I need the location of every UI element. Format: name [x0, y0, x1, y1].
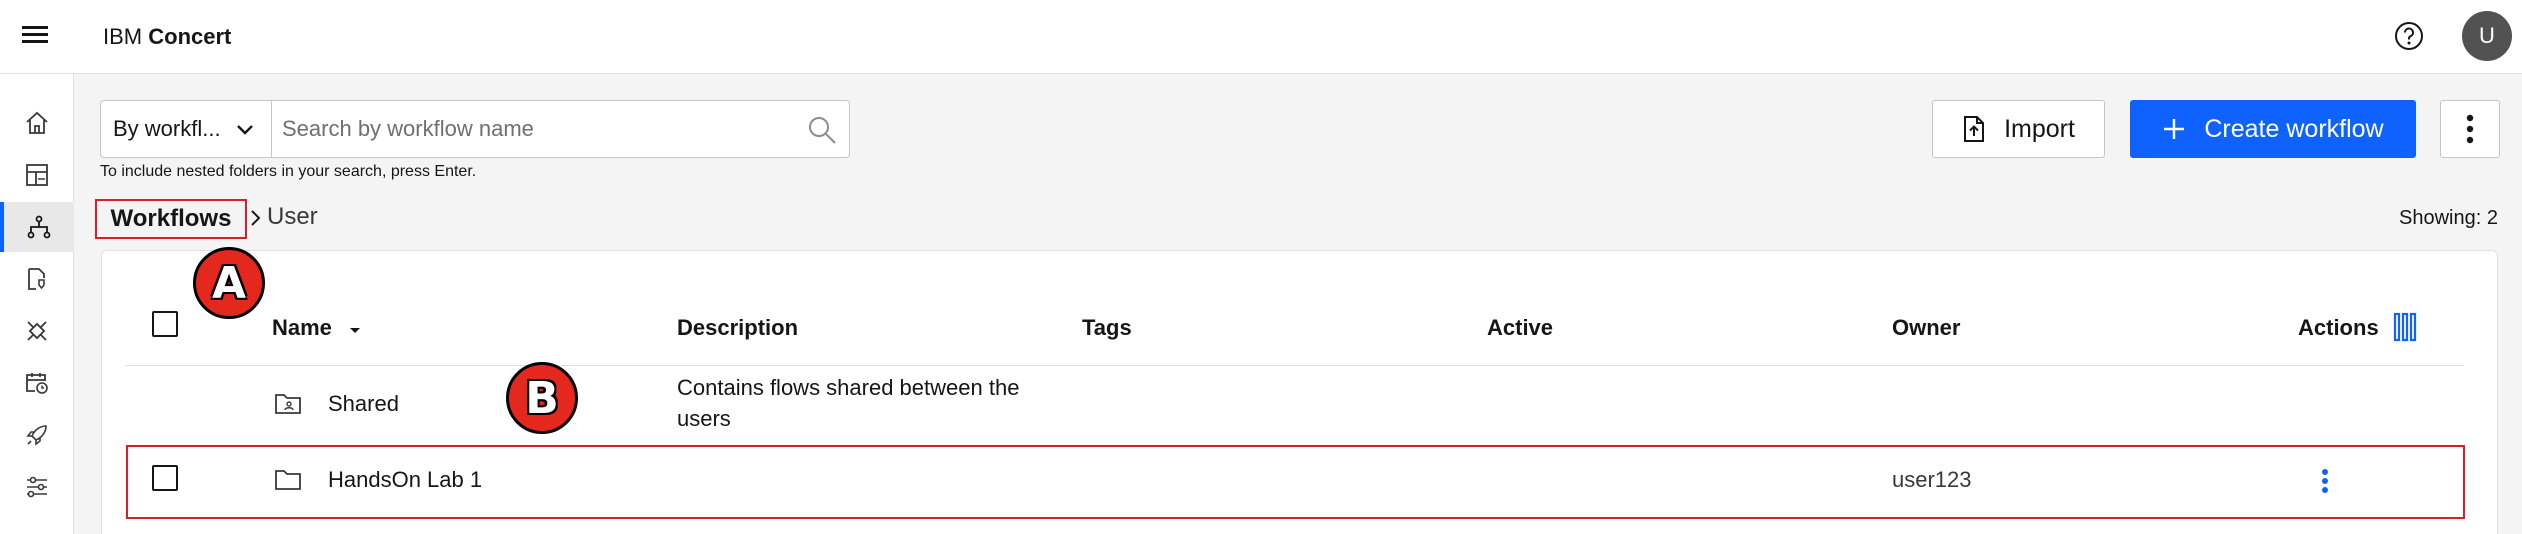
search-input[interactable]: [272, 101, 772, 157]
create-workflow-label: Create workflow: [2204, 114, 2384, 143]
sort-descending-icon: [350, 328, 361, 333]
showing-count: Showing: 2: [2399, 207, 2498, 229]
calendar-clock-icon[interactable]: [0, 358, 74, 408]
rocket-icon[interactable]: [0, 410, 74, 460]
side-rail: [0, 74, 74, 534]
search-icon[interactable]: [807, 115, 837, 145]
breadcrumb-workflows[interactable]: Workflows: [95, 199, 247, 239]
folder-icon: [275, 470, 301, 490]
search-box: [272, 100, 850, 158]
breadcrumb-current: User: [267, 203, 318, 230]
workflows-icon[interactable]: [0, 202, 74, 252]
app-header: IBM Concert U: [0, 0, 2522, 74]
column-name-label: Name: [272, 315, 332, 340]
filter-selected: By workfl...: [113, 116, 221, 141]
callout-marker-b: B: [506, 362, 578, 434]
row-shared-name[interactable]: Shared: [328, 389, 399, 419]
menu-icon[interactable]: [18, 22, 52, 52]
integrations-icon[interactable]: [0, 306, 74, 356]
chevron-right-icon: [251, 210, 261, 226]
column-header-actions: Actions: [2298, 315, 2379, 340]
callout-marker-a: A: [193, 247, 265, 319]
add-icon: [2164, 119, 2185, 139]
help-icon[interactable]: [2393, 20, 2425, 52]
avatar[interactable]: U: [2462, 11, 2512, 61]
column-header-tags: Tags: [1082, 315, 1132, 340]
create-workflow-button[interactable]: Create workflow: [2130, 100, 2416, 158]
overflow-menu-button[interactable]: [2440, 100, 2500, 158]
column-settings-icon[interactable]: [2393, 312, 2417, 342]
document-import-icon: [1964, 116, 1985, 142]
app-title[interactable]: IBM Concert: [103, 22, 231, 52]
column-header-owner: Owner: [1892, 315, 1961, 340]
row-handson-name[interactable]: HandsOn Lab 1: [328, 465, 482, 495]
document-shield-icon[interactable]: [0, 254, 74, 304]
dashboard-icon[interactable]: [0, 150, 74, 200]
column-header-name[interactable]: Name: [272, 313, 362, 343]
row-overflow-menu-icon[interactable]: [2318, 466, 2332, 498]
folder-shared-icon: [275, 394, 301, 414]
search-hint: To include nested folders in your search…: [100, 163, 477, 180]
filter-dropdown[interactable]: By workfl...: [100, 100, 272, 158]
row-handson-owner: user123: [1892, 467, 1972, 492]
row-checkbox[interactable]: [152, 465, 178, 491]
import-button[interactable]: Import: [1932, 100, 2105, 158]
brand-label: IBM: [103, 24, 143, 49]
select-all-checkbox[interactable]: [152, 311, 178, 337]
row-shared-description-line2: users: [677, 406, 731, 431]
product-label: Concert: [148, 24, 232, 49]
column-header-active: Active: [1487, 315, 1554, 340]
import-label: Import: [2004, 114, 2075, 143]
overflow-menu-icon: [2466, 114, 2474, 144]
table-header-divider: [126, 365, 2464, 366]
settings-adjust-icon[interactable]: [0, 462, 74, 512]
row-shared-description-line1: Contains flows shared between the: [677, 375, 1020, 400]
chevron-down-icon: [237, 125, 253, 135]
home-icon[interactable]: [0, 98, 74, 148]
column-header-description: Description: [677, 315, 799, 340]
